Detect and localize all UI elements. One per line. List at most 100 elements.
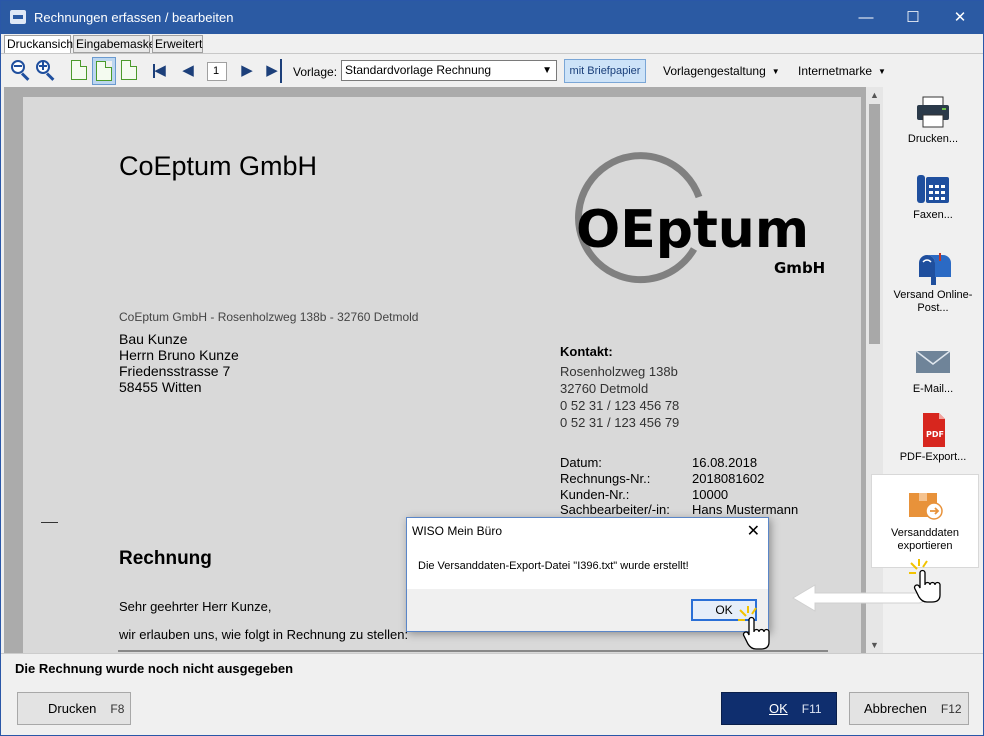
sender-line: CoEptum GmbH - Rosenholzweg 138b - 32760… <box>119 310 419 324</box>
package-export-icon <box>907 489 943 523</box>
chevron-down-icon: ▼ <box>542 65 552 76</box>
contact-line: Rosenholzweg 138b <box>560 364 678 379</box>
last-page-icon[interactable]: ▶ <box>264 59 282 83</box>
vorlage-label: Vorlage: <box>293 65 338 79</box>
app-icon <box>10 10 26 24</box>
drucken-label: Drucken <box>48 701 97 716</box>
mailbox-icon <box>915 251 951 285</box>
dialog-body: Die Versanddaten-Export-Datei "I396.txt"… <box>407 544 768 589</box>
vorlagengestaltung-menu[interactable]: Vorlagengestaltung ▼ <box>663 64 780 88</box>
recipient-line: 58455 Witten <box>119 379 202 395</box>
internetmarke-label: Internetmarke <box>798 64 873 78</box>
single-page-icon[interactable] <box>71 60 87 80</box>
briefpapier-toggle-button[interactable]: mit Briefpapier <box>564 59 646 83</box>
fold-mark <box>41 522 58 523</box>
sidebar-item-versanddaten-exportieren[interactable]: Versanddaten exportieren <box>871 474 979 568</box>
scroll-down-icon[interactable]: ▼ <box>866 637 883 653</box>
contact-heading: Kontakt: <box>560 344 613 359</box>
previous-page-icon[interactable]: ◀ <box>179 59 197 83</box>
recipient-line: Herrn Bruno Kunze <box>119 347 239 363</box>
document-heading: Rechnung <box>119 548 212 569</box>
contact-line: 0 52 31 / 123 456 79 <box>560 415 680 430</box>
drucken-shortcut: F8 <box>110 702 125 716</box>
vertical-scrollbar[interactable]: ▲ ▼ <box>866 87 883 653</box>
zoom-in-icon[interactable] <box>35 60 57 82</box>
sidebar-item-label: Drucken... <box>907 133 959 145</box>
contact-line: 32760 Detmold <box>560 381 649 396</box>
abbrechen-label: Abbrechen <box>864 701 927 716</box>
first-page-icon[interactable]: ◀ <box>151 59 169 83</box>
minimize-button[interactable]: — <box>843 1 889 34</box>
logo-subtext: GmbH <box>774 259 825 277</box>
dialog-title: WISO Mein Büro <box>412 524 503 538</box>
status-text: Die Rechnung wurde noch nicht ausgegeben <box>15 661 294 676</box>
close-button[interactable]: ✕ <box>937 1 983 34</box>
caret-down-icon: ▼ <box>771 67 780 77</box>
meta-label: Kunden-Nr.: <box>560 487 630 502</box>
page-width-icon[interactable] <box>92 57 116 85</box>
internetmarke-menu[interactable]: Internetmarke ▼ <box>798 64 886 88</box>
meta-value: 2018081602 <box>692 471 765 486</box>
hand-cursor-icon <box>738 606 770 650</box>
tab-eingabemaske[interactable]: Eingabemaske <box>73 35 155 53</box>
title-bar[interactable]: Rechnungen erfassen / bearbeiten — ☐ ✕ <box>1 1 983 34</box>
meta-label: Rechnungs-Nr.: <box>560 471 651 486</box>
abbrechen-button[interactable]: Abbrechen F12 <box>849 692 969 725</box>
ok-button[interactable]: OK F11 <box>721 692 837 725</box>
company-name: CoEptum GmbH <box>119 151 318 181</box>
dialog-close-icon[interactable]: ✕ <box>747 521 760 541</box>
sidebar-item-label: Faxen... <box>913 209 953 221</box>
scroll-thumb[interactable] <box>869 104 880 344</box>
tab-druckansicht[interactable]: Druckansicht <box>4 35 76 54</box>
drucken-button[interactable]: Drucken F8 <box>17 692 131 725</box>
maximize-button[interactable]: ☐ <box>890 1 936 34</box>
fax-icon <box>915 171 951 205</box>
envelope-icon <box>915 345 951 379</box>
message-dialog: WISO Mein Büro ✕ Die Versanddaten-Export… <box>406 517 769 632</box>
recipient-line: Friedensstrasse 7 <box>119 363 231 379</box>
pdf-icon: PDF <box>915 413 951 447</box>
logo-text: OEptum <box>576 200 809 260</box>
ok-shortcut: F11 <box>801 702 822 716</box>
sidebar-item-versand-online-post[interactable]: Versand Online-Post... <box>885 251 981 315</box>
toolbar: ◀ ◀ 1 ▶ ▶ Vorlage: Standardvorlage Rechn… <box>1 53 983 87</box>
sidebar-item-faxen[interactable]: Faxen... <box>885 171 981 225</box>
svg-text:PDF: PDF <box>926 430 944 439</box>
full-page-icon[interactable] <box>121 60 137 80</box>
printer-icon <box>915 95 951 129</box>
meta-label: Datum: <box>560 455 602 470</box>
status-bar: Die Rechnung wurde noch nicht ausgegeben <box>1 653 983 681</box>
next-page-icon[interactable]: ▶ <box>238 59 256 83</box>
sidebar-item-label: E-Mail... <box>912 383 954 395</box>
sidebar-item-email[interactable]: E-Mail... <box>885 345 981 399</box>
meta-value: 16.08.2018 <box>692 455 758 470</box>
tab-erweitert[interactable]: Erweitert <box>152 35 203 53</box>
sidebar-item-label: Versand Online-Post... <box>893 289 973 314</box>
page-number-input[interactable]: 1 <box>207 62 227 81</box>
ok-label: OK <box>769 701 788 716</box>
vorlagengestaltung-label: Vorlagengestaltung <box>663 64 766 78</box>
contact-line: 0 52 31 / 123 456 78 <box>560 398 680 413</box>
abbrechen-shortcut: F12 <box>940 702 962 716</box>
footer: Drucken F8 OK F11 Abbrechen F12 <box>1 681 983 735</box>
salutation: Sehr geehrter Herr Kunze, <box>119 599 272 614</box>
company-logo: OEptum GmbH <box>575 152 825 284</box>
sidebar-item-label: PDF-Export... <box>899 451 967 463</box>
meta-value: Hans Mustermann <box>692 502 799 517</box>
sidebar-item-label: Versanddaten exportieren <box>891 527 959 552</box>
vorlage-select[interactable]: Standardvorlage Rechnung ▼ <box>341 60 557 81</box>
meta-label: Sachbearbeiter/-in: <box>560 502 670 517</box>
dialog-title-bar[interactable]: WISO Mein Büro ✕ <box>407 518 768 544</box>
sidebar-item-pdf-export[interactable]: PDF PDF-Export... <box>885 413 981 469</box>
meta-value: 10000 <box>692 487 729 502</box>
sidebar-item-drucken[interactable]: Drucken... <box>885 95 981 159</box>
scroll-up-icon[interactable]: ▲ <box>866 87 883 103</box>
dialog-message: Die Versanddaten-Export-Datei "I396.txt"… <box>418 560 689 572</box>
table-rule <box>118 650 828 652</box>
main-window: Rechnungen erfassen / bearbeiten — ☐ ✕ D… <box>0 0 984 736</box>
intro-text: wir erlauben uns, wie folgt in Rechnung … <box>119 627 409 642</box>
caret-down-icon: ▼ <box>878 67 886 77</box>
recipient-line: Bau Kunze <box>119 331 188 347</box>
vorlage-selected-value: Standardvorlage Rechnung <box>345 63 492 77</box>
zoom-out-icon[interactable] <box>10 60 32 82</box>
